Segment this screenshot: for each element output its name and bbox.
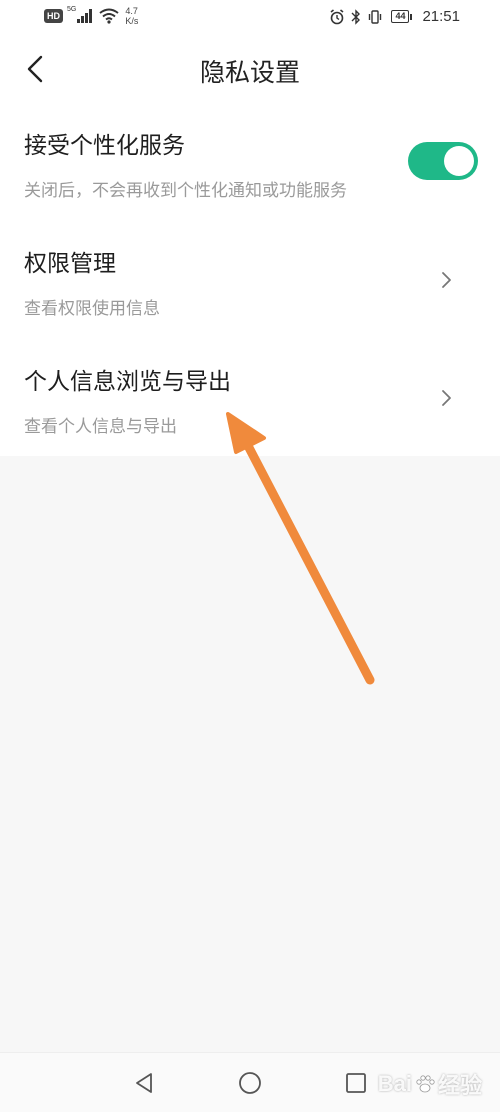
network-type-label: 5G (67, 6, 77, 13)
page-title: 隐私设置 (199, 58, 300, 87)
chevron-right-icon (442, 390, 451, 406)
network-speed-unit: K/s (125, 16, 139, 26)
status-left-group: HD 5G 4.7 K/s (44, 6, 138, 26)
setting-title: 个人信息浏览与导出 (24, 369, 231, 395)
toggle-knob (444, 146, 474, 176)
setting-subtitle: 关闭后，不会再收到个性化通知或功能服务 (24, 181, 347, 201)
hd-icon: HD (44, 9, 63, 23)
network-speed: 4.7 K/s (125, 6, 138, 26)
setting-title: 权限管理 (24, 251, 116, 277)
nav-back-button[interactable] (130, 1069, 158, 1097)
battery-level: 44 (391, 10, 410, 23)
setting-subtitle: 查看权限使用信息 (24, 299, 160, 319)
wifi-icon (99, 8, 119, 24)
watermark-text-right: 经验 (437, 1073, 482, 1098)
signal-icon (77, 9, 93, 23)
system-nav-bar: Bai 经验 (0, 1052, 500, 1112)
setting-title: 接受个性化服务 (24, 133, 185, 159)
status-bar: HD 5G 4.7 K/s 44 21:51 (0, 0, 500, 36)
settings-list: 接受个性化服务 关闭后，不会再收到个性化通知或功能服务 权限管理 查看权限使用信… (0, 104, 500, 456)
nav-recents-button[interactable] (342, 1069, 370, 1097)
network-speed-value: 4.7 (125, 6, 138, 16)
setting-subtitle: 查看个人信息与导出 (24, 417, 177, 437)
nav-home-button[interactable] (236, 1069, 264, 1097)
nav-back-icon (136, 1073, 152, 1093)
baidu-watermark: Bai 经验 (378, 1068, 482, 1100)
nav-recents-icon (346, 1073, 366, 1093)
bluetooth-icon (351, 8, 361, 25)
status-right-group: 44 21:51 (323, 8, 460, 25)
page-header: 隐私设置 (0, 36, 500, 104)
chevron-right-icon (442, 272, 451, 288)
status-time: 21:51 (422, 8, 460, 25)
setting-permission-management[interactable]: 权限管理 查看权限使用信息 (0, 222, 500, 340)
alarm-icon (329, 8, 345, 25)
annotation-arrow-icon (226, 412, 375, 685)
nav-home-icon (239, 1072, 261, 1094)
battery-icon: 44 (391, 10, 413, 23)
setting-personalized-service: 接受个性化服务 关闭后，不会再收到个性化通知或功能服务 (0, 104, 500, 222)
vibrate-icon (367, 9, 383, 25)
paw-icon (416, 1075, 435, 1093)
watermark-text-left: Bai (377, 1071, 412, 1096)
personalized-service-toggle[interactable] (408, 142, 478, 180)
